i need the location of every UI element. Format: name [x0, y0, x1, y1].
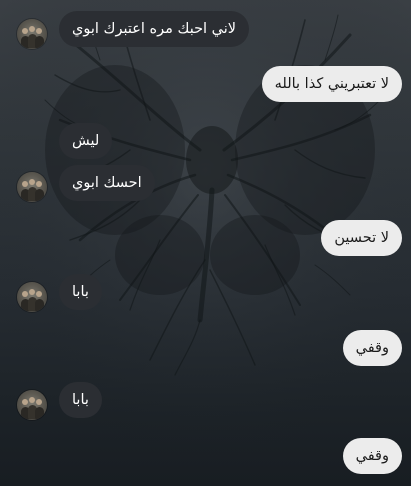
outgoing-message-bubble[interactable]: لا تحسين — [321, 220, 402, 256]
avatar-head — [36, 181, 42, 187]
outgoing-message-bubble[interactable]: لا تعتبريني كذا بالله — [261, 66, 402, 102]
avatar-figure — [35, 189, 44, 201]
avatar-head — [29, 397, 35, 403]
avatar-head — [29, 179, 35, 185]
avatar-head — [22, 28, 28, 34]
incoming-message-bubble[interactable]: احسك ابوي — [59, 165, 155, 201]
outgoing-message-bubble[interactable]: وقفي — [342, 438, 402, 474]
avatar-head — [22, 291, 28, 297]
incoming-message-bubble[interactable]: لاني احبك مره اعتبرك ابوي — [59, 11, 250, 47]
avatar-figure — [35, 299, 44, 311]
avatar-figure — [35, 407, 44, 419]
avatar[interactable] — [17, 172, 47, 202]
avatar-figure — [35, 36, 44, 48]
incoming-message-bubble[interactable]: بابا — [59, 382, 102, 418]
avatar-head — [29, 26, 35, 32]
avatar[interactable] — [17, 19, 47, 49]
avatar-head — [36, 28, 42, 34]
avatar[interactable] — [17, 282, 47, 312]
outgoing-message-bubble[interactable]: وقفي — [342, 330, 402, 366]
incoming-message-bubble[interactable]: ليش — [59, 123, 113, 159]
avatar-head — [22, 399, 28, 405]
avatar-head — [22, 181, 28, 187]
avatar[interactable] — [17, 390, 47, 420]
avatar-head — [36, 399, 42, 405]
chat-screen: لاني احبك مره اعتبرك ابوي لا تعتبريني كذ… — [0, 0, 411, 486]
incoming-message-bubble[interactable]: بابا — [59, 274, 102, 310]
avatar-head — [29, 289, 35, 295]
avatar-head — [36, 291, 42, 297]
